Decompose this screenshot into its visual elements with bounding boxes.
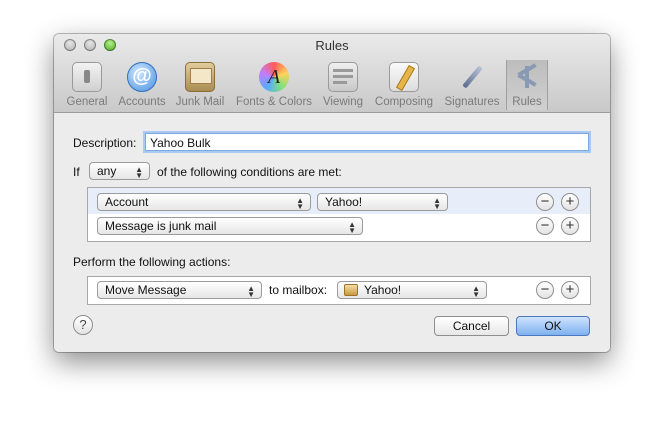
toolbar-item-fonts-colors[interactable]: A Fonts & Colors <box>232 60 316 110</box>
conditions-label: of the following conditions are met: <box>157 165 342 179</box>
mailbox-popup[interactable]: Yahoo! ▲ ▼ <box>337 281 487 299</box>
action-type-popup[interactable]: Move Message ▲ ▼ <box>97 281 262 299</box>
actions-label: Perform the following actions: <box>73 255 231 269</box>
help-button[interactable]: ? <box>73 315 93 335</box>
remove-condition-button[interactable]: − <box>536 193 554 211</box>
toolbar-label: Viewing <box>322 96 364 108</box>
condition-field-popup[interactable]: Message is junk mail ▲ ▼ <box>97 217 363 235</box>
toolbar-label: Rules <box>512 96 542 108</box>
mailbox-value: Yahoo! <box>364 283 402 297</box>
rules-sheet-window: Rules General @ Accounts Junk Mail A Fon… <box>54 34 610 352</box>
actions-list: Move Message ▲ ▼ to mailbox: Yahoo! ▲ ▼ − … <box>87 276 591 305</box>
fonts-colors-icon: A <box>259 62 289 92</box>
toolbar-label: Signatures <box>444 96 500 108</box>
toolbar-item-viewing[interactable]: Viewing <box>318 60 368 110</box>
description-label: Description: <box>73 136 137 150</box>
condition-field-popup[interactable]: Account ▲ ▼ <box>97 193 311 211</box>
remove-action-button[interactable]: − <box>536 281 554 299</box>
toolbar-label: Composing <box>374 96 434 108</box>
add-action-button[interactable]: + <box>561 281 579 299</box>
action-type-value: Move Message <box>105 283 187 297</box>
match-type-popup[interactable]: any ▲ ▼ <box>89 162 150 180</box>
condition-value: Yahoo! <box>325 195 363 209</box>
toolbar-label: General <box>66 96 108 108</box>
composing-pencil-icon <box>389 62 419 92</box>
toolbar-label: Accounts <box>118 96 166 108</box>
junk-trash-icon <box>185 62 215 92</box>
toolbar-item-general[interactable]: General <box>62 60 112 110</box>
cancel-button[interactable]: Cancel <box>434 316 509 336</box>
toolbar-item-rules[interactable]: Rules <box>506 60 548 110</box>
toolbar-label: Junk Mail <box>175 96 225 108</box>
to-mailbox-label: to mailbox: <box>269 283 328 297</box>
toolbar-item-junk-mail[interactable]: Junk Mail <box>172 60 228 110</box>
add-condition-button[interactable]: + <box>561 217 579 235</box>
titlebar: Rules General @ Accounts Junk Mail A Fon… <box>54 34 610 113</box>
condition-value-popup[interactable]: Yahoo! ▲ ▼ <box>317 193 448 211</box>
at-sign-icon: @ <box>127 62 157 92</box>
condition-field-value: Message is junk mail <box>105 219 217 233</box>
window-title: Rules <box>315 38 349 53</box>
if-label: If <box>73 165 80 179</box>
toolbar-item-accounts[interactable]: @ Accounts <box>114 60 170 110</box>
rule-editor-sheet: Description: Yahoo Bulk If any ▲ ▼ of the… <box>54 113 610 352</box>
rules-icon <box>512 62 542 92</box>
mailbox-icon <box>344 284 358 296</box>
toolbar-item-signatures[interactable]: Signatures <box>440 60 504 110</box>
match-type-value: any <box>97 164 117 178</box>
toolbar-item-composing[interactable]: Composing <box>372 60 436 110</box>
conditions-list: Account ▲ ▼ Yahoo! ▲ ▼ − + Message is junk… <box>87 187 591 242</box>
signature-pen-icon <box>457 62 487 92</box>
remove-condition-button[interactable]: − <box>536 217 554 235</box>
toolbar-label: Fonts & Colors <box>235 96 313 108</box>
condition-field-value: Account <box>105 195 149 209</box>
add-condition-button[interactable]: + <box>561 193 579 211</box>
light-switch-icon <box>72 62 102 92</box>
description-field[interactable]: Yahoo Bulk <box>145 133 589 151</box>
ok-button[interactable]: OK <box>516 316 590 336</box>
viewing-icon <box>328 62 358 92</box>
